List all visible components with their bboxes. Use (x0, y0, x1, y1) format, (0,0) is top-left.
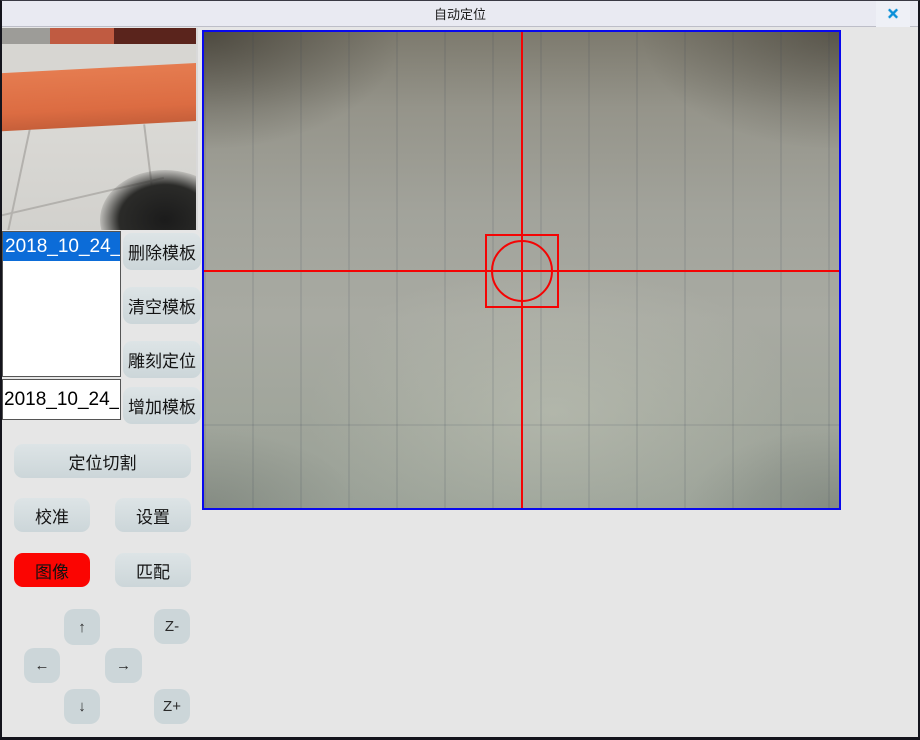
close-button[interactable]: ✕ (876, 1, 910, 27)
match-region-circle (491, 240, 553, 302)
auto-locate-dialog: 自动定位 ✕ 2018_10_24_11 删除模板 清空模板 雕刻定位 增加模板… (0, 0, 920, 740)
template-preview-image (2, 28, 198, 230)
settings-button[interactable]: 设置 (115, 498, 191, 532)
delete-template-button[interactable]: 删除模板 (123, 233, 201, 270)
page-title: 自动定位 (434, 4, 486, 23)
preview-top-gray-block (2, 28, 50, 44)
image-button-active[interactable]: 图像 (14, 553, 90, 587)
jog-z-plus-button[interactable]: Z+ (154, 689, 190, 724)
engrave-locate-button[interactable]: 雕刻定位 (123, 341, 201, 378)
jog-right-button[interactable]: → (105, 648, 142, 683)
jog-up-button[interactable]: ↑ (64, 609, 100, 645)
clear-templates-button[interactable]: 清空模板 (123, 287, 201, 324)
camera-view[interactable] (202, 30, 841, 510)
locate-cut-button[interactable]: 定位切割 (14, 444, 191, 478)
list-item[interactable]: 2018_10_24_11 (3, 232, 120, 261)
match-button[interactable]: 匹配 (115, 553, 191, 587)
jog-down-button[interactable]: ↓ (64, 689, 100, 724)
title-bar: 自动定位 ✕ (2, 1, 918, 27)
jog-z-minus-button[interactable]: Z- (154, 609, 190, 644)
preview-orange-beam (2, 62, 198, 131)
add-template-button[interactable]: 增加模板 (123, 387, 201, 424)
calibrate-button[interactable]: 校准 (14, 498, 90, 532)
close-icon: ✕ (887, 5, 900, 23)
preview-top-orange-block (50, 28, 114, 44)
template-list[interactable]: 2018_10_24_11 (2, 231, 121, 377)
jog-left-button[interactable]: ← (24, 648, 60, 683)
template-name-input[interactable] (2, 379, 121, 420)
